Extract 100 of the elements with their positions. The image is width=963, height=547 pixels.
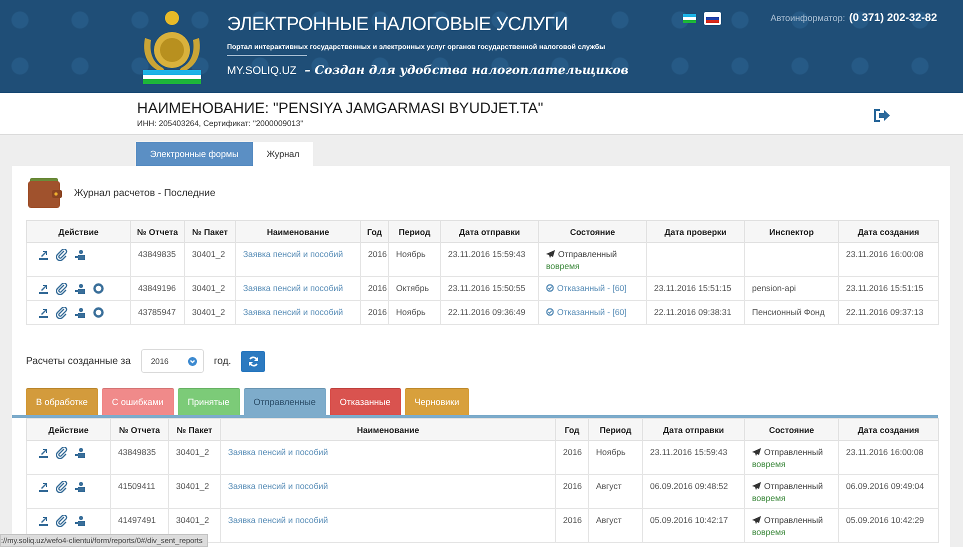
phone-number: (0 371) 202-32-82	[849, 12, 938, 24]
column-header: Инспектор	[744, 220, 838, 242]
ring-icon[interactable]	[93, 307, 104, 318]
column-header: Год	[360, 220, 388, 242]
table-cell: 05.09.2016 10:42:29	[838, 508, 938, 542]
column-header: Дата создания	[838, 220, 938, 242]
table-cell: 22.11.2016 09:38:31	[646, 300, 744, 324]
paperclip-icon[interactable]	[56, 481, 68, 493]
paper-plane-icon	[546, 250, 555, 258]
paper-plane-icon	[752, 482, 761, 490]
table-cell: 30401_2	[168, 474, 220, 508]
status-tab[interactable]: С ошибками	[102, 388, 174, 415]
status-tab[interactable]: В обработке	[26, 388, 98, 415]
site-slogan: – Создан для удобства налогоплательщиков	[304, 63, 629, 77]
table-cell: 23.11.2016 15:59:43	[642, 440, 744, 474]
flag-icon	[682, 14, 696, 23]
report-link[interactable]: Заявка пенсий и пособий	[228, 481, 328, 491]
table-cell: 2016	[360, 300, 388, 324]
status-tab[interactable]: Отправленные	[244, 388, 326, 415]
table-cell: Пенсионный Фонд	[744, 300, 838, 324]
filter-label: Расчеты созданные за	[26, 356, 131, 366]
column-header: Период	[588, 418, 642, 440]
wallet-icon	[28, 178, 62, 208]
status-text: Отправленный	[558, 249, 617, 259]
language-button[interactable]	[704, 12, 721, 25]
export-icon[interactable]	[38, 447, 49, 459]
paperclip-icon[interactable]	[56, 447, 68, 459]
export-icon[interactable]	[38, 481, 49, 493]
flag-icon	[706, 14, 719, 23]
check-circle-icon	[546, 284, 554, 292]
report-link[interactable]: Заявка пенсий и пособий	[228, 515, 328, 525]
refresh-button[interactable]	[241, 350, 266, 372]
column-header: № Отчета	[110, 418, 168, 440]
column-header: Период	[388, 220, 440, 242]
column-header: Дата отправки	[642, 418, 744, 440]
table-cell: 2016	[556, 508, 588, 542]
column-header: Год	[556, 418, 588, 440]
table-cell: 06.09.2016 09:48:52	[642, 474, 744, 508]
column-header: Состояние	[744, 418, 838, 440]
nav-tab[interactable]: Электронные формы	[136, 142, 253, 166]
chevron-icon	[188, 356, 197, 366]
column-header: Дата проверки	[646, 220, 744, 242]
export-icon[interactable]	[38, 515, 49, 527]
status-note: вовремя	[752, 527, 786, 537]
status-text: Отправленный	[764, 447, 823, 457]
table-cell: 22.11.2016 09:36:49	[440, 300, 538, 324]
table-cell: 43849835	[130, 242, 184, 276]
site-address: MY.SOLIQ.UZ	[227, 65, 296, 77]
table-cell: 2016	[556, 474, 588, 508]
table-cell: 2016	[360, 242, 388, 276]
status-tab[interactable]: Черновики	[404, 388, 470, 415]
status-note: вовремя	[546, 261, 580, 271]
nav-tab[interactable]: Журнал	[252, 142, 314, 166]
refresh-icon	[248, 356, 259, 366]
table-cell: 41509411	[110, 474, 168, 508]
table-cell: 23.11.2016 15:59:43	[440, 242, 538, 276]
column-header: Состояние	[538, 220, 646, 242]
paper-plane-icon	[752, 448, 761, 456]
column-header: Действие	[26, 220, 130, 242]
export-icon[interactable]	[38, 307, 49, 319]
table-cell: 23.11.2016 15:51:15	[646, 276, 744, 300]
table-cell: 05.09.2016 10:42:17	[642, 508, 744, 542]
table-cell: Август	[588, 474, 642, 508]
table-cell: 43785947	[130, 300, 184, 324]
paperclip-icon[interactable]	[56, 283, 68, 295]
table-cell: Ноябрь	[388, 242, 440, 276]
table-cell: 23.11.2016 16:00:08	[838, 242, 938, 276]
column-header: № Пакет	[168, 418, 220, 440]
table-cell: 06.09.2016 09:49:04	[838, 474, 938, 508]
language-button[interactable]	[680, 12, 698, 25]
table-cell: 23.11.2016 15:51:15	[838, 276, 938, 300]
export-icon[interactable]	[38, 249, 49, 261]
year-select[interactable]: 2016	[140, 349, 204, 373]
status-text: Отправленный	[764, 481, 823, 491]
table-cell: Ноябрь	[588, 440, 642, 474]
status-text: Отправленный	[764, 515, 823, 525]
column-header: № Отчета	[130, 220, 184, 242]
paperclip-icon[interactable]	[56, 307, 68, 319]
check-circle-icon	[546, 308, 554, 316]
paperclip-icon[interactable]	[56, 249, 68, 261]
journal-title: Журнал расчетов - Последние	[74, 188, 216, 198]
column-header: Дата создания	[838, 418, 938, 440]
table-cell: pension-api	[744, 276, 838, 300]
column-header: Дата отправки	[440, 220, 538, 242]
paper-plane-icon	[752, 516, 761, 524]
table-cell: 23.11.2016 16:00:08	[838, 440, 938, 474]
status-note: вовремя	[752, 459, 786, 469]
report-link[interactable]: Заявка пенсий и пособий	[228, 447, 328, 457]
export-icon[interactable]	[38, 283, 49, 295]
logout-icon[interactable]	[873, 108, 890, 123]
status-note: вовремя	[752, 493, 786, 503]
column-header: Действие	[26, 418, 110, 440]
year-suffix: год.	[214, 356, 232, 366]
status-tab[interactable]: Отказанные	[330, 388, 401, 415]
paperclip-icon[interactable]	[56, 515, 68, 527]
ring-icon[interactable]	[93, 283, 104, 294]
table-cell: Ноябрь	[388, 300, 440, 324]
organization-name: НАИМЕНОВАНИЕ: "PENSIYA JAMGARMASI BYUDJET.TA"	[137, 100, 544, 117]
table-cell: 30401_2	[184, 300, 236, 324]
status-tab[interactable]: Принятые	[178, 388, 240, 415]
